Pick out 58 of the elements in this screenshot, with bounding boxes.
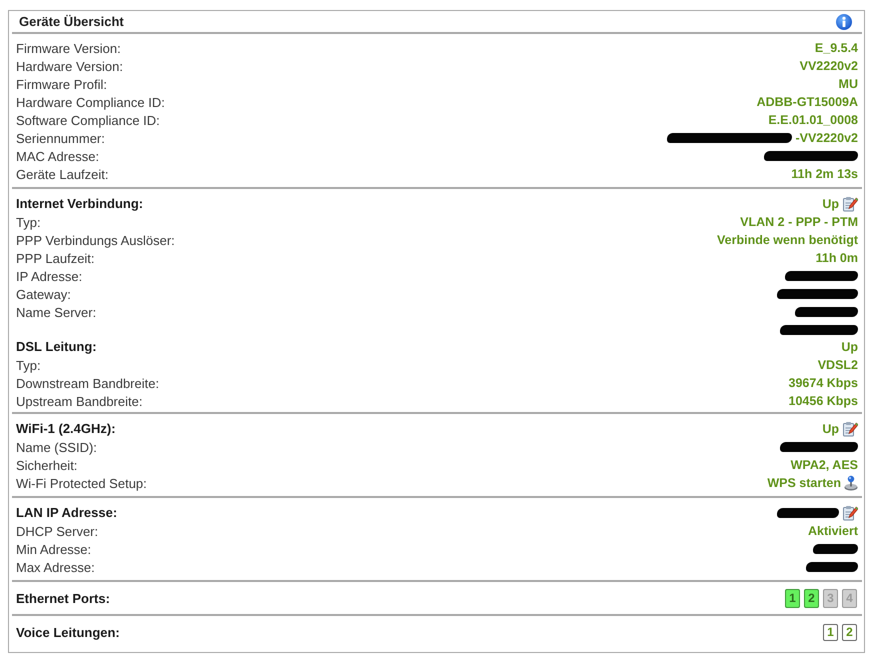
field-value: 11h 0m bbox=[816, 251, 858, 265]
field-label: IP Adresse: bbox=[16, 268, 82, 284]
section-heading: DSL Leitung: bbox=[16, 339, 97, 354]
field-value: E.E.01.01_0008 bbox=[768, 113, 858, 127]
section-heading: LAN IP Adresse: bbox=[16, 505, 118, 520]
field-label: Downstream Bandbreite: bbox=[16, 376, 160, 390]
section-heading: Internet Verbindung: bbox=[16, 196, 144, 211]
panel-title: Geräte Übersicht bbox=[19, 14, 124, 29]
field-label: Hardware Version: bbox=[16, 58, 123, 74]
field-label: Firmware Profil: bbox=[16, 76, 108, 92]
edit-icon[interactable] bbox=[842, 420, 858, 436]
field-label: Seriennummer: bbox=[16, 130, 105, 146]
status-text: Up bbox=[822, 422, 839, 436]
field-label: Gateway: bbox=[16, 286, 71, 302]
field-label: Upstream Bandbreite: bbox=[16, 394, 142, 408]
port-indicator: 2 bbox=[842, 624, 857, 641]
field-value: MU bbox=[838, 77, 858, 91]
field-value: WPA2, AES bbox=[790, 458, 858, 472]
field-value: ADBB-GT15009A bbox=[756, 95, 858, 109]
status-text: Up bbox=[841, 340, 858, 354]
field-label: Min Adresse: bbox=[16, 542, 92, 556]
field-label: Max Adresse: bbox=[16, 560, 95, 574]
field-value: -VV2220v2 bbox=[795, 131, 858, 145]
field-value: VLAN 2 - PPP - PTM bbox=[740, 215, 858, 229]
field-label: Hardware Compliance ID: bbox=[16, 94, 165, 110]
info-icon[interactable] bbox=[836, 14, 852, 30]
section-heading: Voice Leitungen: bbox=[16, 625, 120, 640]
field-value: VDSL2 bbox=[818, 358, 858, 372]
field-label: Wi-Fi Protected Setup: bbox=[16, 476, 147, 490]
wps-link[interactable]: WPS starten bbox=[767, 476, 841, 490]
port-indicator: 1 bbox=[785, 589, 800, 608]
field-value: 39674 Kbps bbox=[788, 376, 858, 390]
section-heading: WiFi-1 (2.4GHz): bbox=[16, 421, 116, 436]
field-value: E_9.5.4 bbox=[814, 41, 858, 55]
field-value: VV2220v2 bbox=[800, 59, 858, 73]
section-heading: Ethernet Ports: bbox=[16, 591, 110, 606]
field-value: 10456 Kbps bbox=[788, 394, 858, 408]
field-value: Aktiviert bbox=[808, 524, 858, 538]
field-label: MAC Adresse: bbox=[16, 148, 100, 164]
field-value: Verbinde wenn benötigt bbox=[717, 233, 858, 247]
field-label: Sicherheit: bbox=[16, 458, 78, 472]
field-label: PPP Verbindungs Auslöser: bbox=[16, 232, 175, 248]
status-text: Up bbox=[822, 196, 839, 210]
field-label: PPP Laufzeit: bbox=[16, 250, 95, 266]
field-label: Typ: bbox=[16, 214, 41, 230]
joystick-icon[interactable] bbox=[844, 475, 858, 491]
field-label: DHCP Server: bbox=[16, 524, 98, 538]
field-label: Software Compliance ID: bbox=[16, 112, 160, 128]
port-indicator: 1 bbox=[823, 624, 838, 641]
field-label: Typ: bbox=[16, 358, 41, 372]
edit-icon[interactable] bbox=[842, 196, 858, 212]
edit-icon[interactable] bbox=[842, 504, 858, 520]
field-label: Name Server: bbox=[16, 304, 96, 320]
field-label: Firmware Version: bbox=[16, 40, 121, 56]
port-indicator: 2 bbox=[804, 589, 819, 608]
field-label: Geräte Laufzeit: bbox=[16, 166, 108, 182]
field-value: 11h 2m 13s bbox=[791, 167, 858, 181]
field-label: Name (SSID): bbox=[16, 440, 97, 454]
